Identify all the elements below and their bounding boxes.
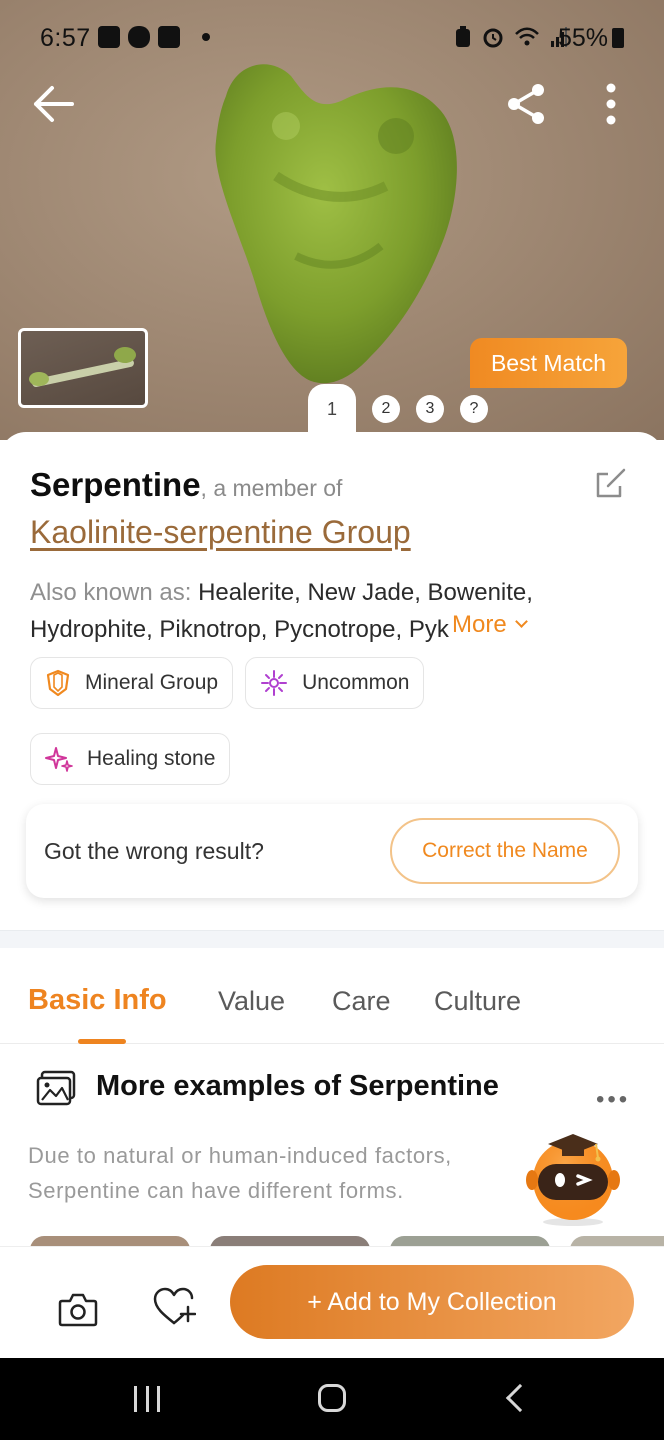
check-notification-icon [158, 26, 180, 48]
pager-dot-2[interactable]: 2 [372, 395, 400, 423]
also-known-as: Also known as: Healerite, New Jade, Bowe… [30, 574, 638, 648]
aka-more-label: More [452, 611, 507, 638]
gallery-notification-icon [98, 26, 120, 48]
battery-percent: 55% [557, 24, 608, 52]
jade-gua-sha-image [215, 64, 457, 384]
home-icon[interactable] [318, 1384, 346, 1412]
tab-culture[interactable]: Culture [434, 986, 521, 1017]
tag-uncommon[interactable]: Uncommon [245, 657, 425, 709]
shield-icon [46, 669, 70, 697]
battery-indicator: 55% [558, 24, 624, 53]
member-of-text: , a member of [200, 475, 343, 501]
tag-label: Uncommon [302, 671, 410, 694]
species-name: Serpentine [30, 466, 201, 503]
system-back-icon[interactable] [505, 1383, 535, 1413]
chevron-down-icon [514, 615, 528, 628]
cloud-notification-icon [128, 26, 150, 48]
system-navigation-bar [0, 1358, 664, 1440]
tab-value[interactable]: Value [218, 986, 285, 1017]
recent-apps-icon[interactable] [134, 1386, 160, 1412]
hero-image[interactable]: 6:57 55% Best Match 1 2 3 ? [0, 0, 664, 440]
mascot-assistant-icon[interactable] [518, 1118, 628, 1228]
identification-card: Serpentine, a member of Kaolinite-serpen… [0, 432, 664, 932]
correct-name-button[interactable]: Correct the Name [390, 818, 620, 884]
system-icons [454, 26, 568, 48]
pager-dot-unknown[interactable]: ? [460, 395, 488, 423]
tag-label: Mineral Group [85, 671, 219, 694]
aka-label: Also known as: [30, 579, 199, 606]
more-notifications-dot-icon [202, 33, 210, 41]
wifi-icon [515, 27, 539, 46]
status-bar: 6:57 55% [0, 0, 664, 74]
bottom-action-bar: + Add to My Collection [0, 1246, 664, 1358]
jade-roller-image [29, 347, 136, 387]
tab-care[interactable]: Care [332, 986, 391, 1017]
pager-dot-1[interactable]: 1 [308, 384, 356, 434]
image-pager[interactable]: 1 2 3 ? [308, 384, 488, 434]
wrong-result-question: Got the wrong result? [44, 838, 264, 864]
section-divider [0, 930, 664, 948]
aka-more-button[interactable]: More [450, 611, 528, 639]
alarm-icon [483, 28, 503, 48]
tag-mineral-group[interactable]: Mineral Group [30, 657, 234, 709]
section-tabs: Basic Info Value Care Culture [0, 948, 664, 1044]
add-to-collection-button[interactable]: + Add to My Collection [230, 1265, 634, 1339]
more-options-icon[interactable] [596, 82, 626, 126]
tab-basic-info[interactable]: Basic Info [28, 984, 167, 1017]
tag-list: Mineral Group Uncommon Healing stone [30, 657, 640, 785]
pager-dot-3[interactable]: 3 [416, 395, 444, 423]
edit-icon[interactable] [594, 466, 628, 500]
sparkle-icon [261, 670, 288, 696]
active-tab-indicator [78, 1039, 126, 1044]
stars-icon [45, 747, 73, 772]
group-link[interactable]: Kaolinite-serpentine Group [30, 514, 411, 551]
battery-saver-icon [456, 26, 470, 47]
battery-icon [612, 28, 624, 48]
species-title: Serpentine, a member of [30, 466, 342, 504]
user-photo-thumbnail[interactable] [18, 328, 148, 408]
best-match-badge: Best Match [470, 338, 627, 388]
examples-description: Due to natural or human-induced factors,… [28, 1143, 452, 1203]
tag-label: Healing stone [87, 747, 216, 770]
wrong-result-panel: Got the wrong result? Correct the Name [26, 804, 638, 898]
share-icon[interactable] [504, 82, 548, 126]
examples-more-button[interactable]: ••• [596, 1086, 630, 1114]
image-gallery-icon [36, 1070, 76, 1106]
notification-icons [98, 26, 210, 48]
camera-icon[interactable] [58, 1291, 98, 1327]
examples-title: More examples of Serpentine [96, 1070, 499, 1102]
tag-healing-stone[interactable]: Healing stone [30, 733, 231, 785]
back-arrow-icon[interactable] [30, 84, 76, 124]
add-favorite-heart-icon[interactable] [152, 1287, 196, 1327]
status-time: 6:57 [40, 24, 91, 52]
